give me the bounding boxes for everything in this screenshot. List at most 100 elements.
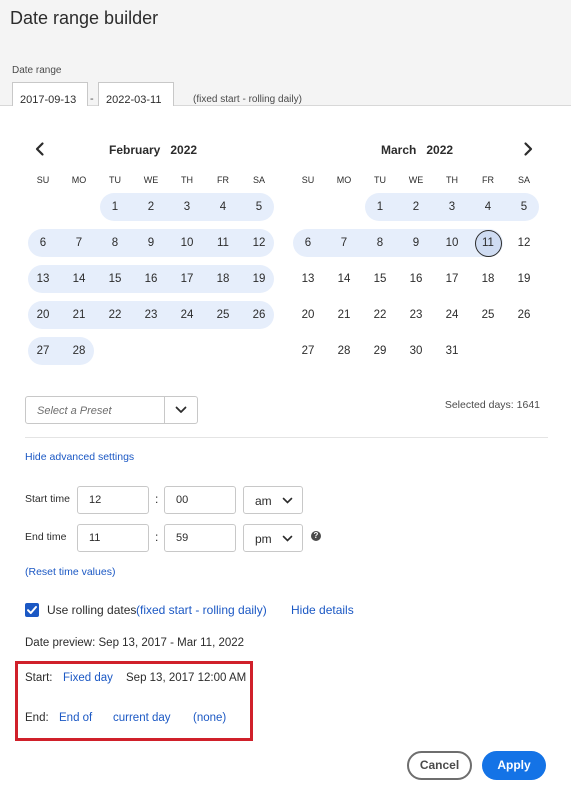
calendar-day[interactable]: 21 bbox=[61, 301, 97, 329]
calendar-day[interactable]: 12 bbox=[241, 229, 277, 257]
preset-dropdown-button[interactable] bbox=[164, 397, 197, 423]
weekday-label: SA bbox=[517, 175, 530, 185]
calendar-day[interactable]: 10 bbox=[169, 229, 205, 257]
calendar-day[interactable]: 24 bbox=[434, 301, 470, 329]
month-header-left: February 2022 bbox=[109, 143, 197, 157]
calendar-day[interactable]: 10 bbox=[434, 229, 470, 257]
calendar-day[interactable]: 11 bbox=[205, 229, 241, 257]
calendar-day[interactable]: 22 bbox=[362, 301, 398, 329]
start-hour-input[interactable]: 12 bbox=[77, 486, 149, 514]
calendar-day[interactable]: 23 bbox=[398, 301, 434, 329]
calendar-day[interactable]: 20 bbox=[25, 301, 61, 329]
month-header-right: March 2022 bbox=[381, 143, 453, 157]
calendar-day[interactable]: 7 bbox=[326, 229, 362, 257]
hide-details-link[interactable]: Hide details bbox=[291, 603, 354, 617]
calendar-day[interactable]: 19 bbox=[241, 265, 277, 293]
calendar-day[interactable]: 18 bbox=[470, 265, 506, 293]
calendar-day[interactable]: 4 bbox=[470, 193, 506, 221]
calendar-day[interactable]: 24 bbox=[169, 301, 205, 329]
calendar-day[interactable]: 12 bbox=[506, 229, 542, 257]
calendar-day[interactable]: 2 bbox=[398, 193, 434, 221]
date-preview: Date preview: Sep 13, 2017 - Mar 11, 202… bbox=[25, 637, 245, 649]
end-hour-input[interactable]: 11 bbox=[77, 524, 149, 552]
calendar-day[interactable]: 30 bbox=[398, 337, 434, 365]
date-range-label: Date range bbox=[12, 65, 62, 76]
calendar-day[interactable]: 5 bbox=[241, 193, 277, 221]
start-minute-input[interactable]: 00 bbox=[164, 486, 236, 514]
calendar-day[interactable]: 8 bbox=[362, 229, 398, 257]
chevron-left-icon[interactable] bbox=[32, 141, 48, 157]
calendar-day[interactable]: 14 bbox=[61, 265, 97, 293]
calendar-day[interactable]: 15 bbox=[97, 265, 133, 293]
calendar-day[interactable]: 13 bbox=[290, 265, 326, 293]
calendar-day[interactable]: 4 bbox=[205, 193, 241, 221]
start-date-field[interactable]: 2017-09-13 bbox=[12, 82, 88, 106]
calendar-day[interactable]: 8 bbox=[97, 229, 133, 257]
end-date-field[interactable]: 2022-03-11 bbox=[98, 82, 174, 106]
end-minute-input[interactable]: 59 bbox=[164, 524, 236, 552]
calendar-day[interactable]: 21 bbox=[326, 301, 362, 329]
chevron-down-icon bbox=[175, 406, 187, 413]
help-circle-icon[interactable]: ? bbox=[311, 531, 321, 541]
calendar-day[interactable]: 17 bbox=[169, 265, 205, 293]
calendar-day[interactable]: 15 bbox=[362, 265, 398, 293]
calendar-day[interactable]: 23 bbox=[133, 301, 169, 329]
end-period-link[interactable]: current day bbox=[113, 712, 171, 724]
calendar-day[interactable]: 26 bbox=[241, 301, 277, 329]
calendar-day[interactable]: 19 bbox=[506, 265, 542, 293]
month-name: March bbox=[381, 143, 417, 157]
end-label: End: bbox=[25, 712, 49, 724]
calendar-day[interactable]: 6 bbox=[290, 229, 326, 257]
calendar-day[interactable]: 25 bbox=[205, 301, 241, 329]
chevron-right-icon[interactable] bbox=[520, 141, 536, 157]
calendar-day[interactable]: 20 bbox=[290, 301, 326, 329]
month-year: 2022 bbox=[170, 143, 198, 157]
end-time-label: End time bbox=[25, 531, 67, 543]
calendar-day[interactable]: 27 bbox=[290, 337, 326, 365]
calendar-day[interactable]: 11 bbox=[470, 229, 506, 257]
hide-advanced-settings-link[interactable]: Hide advanced settings bbox=[25, 451, 134, 463]
calendar-day[interactable]: 13 bbox=[25, 265, 61, 293]
calendar-day[interactable]: 29 bbox=[362, 337, 398, 365]
start-time-label: Start time bbox=[25, 493, 70, 505]
end-type-link[interactable]: End of bbox=[59, 712, 92, 724]
weekday-label: FR bbox=[217, 175, 229, 185]
calendar-day[interactable]: 22 bbox=[97, 301, 133, 329]
cancel-button[interactable]: Cancel bbox=[407, 751, 472, 780]
calendar-day[interactable]: 27 bbox=[25, 337, 61, 365]
calendar-day[interactable]: 7 bbox=[61, 229, 97, 257]
calendar-day[interactable]: 3 bbox=[434, 193, 470, 221]
calendar-day[interactable]: 28 bbox=[61, 337, 97, 365]
calendar-day[interactable]: 16 bbox=[133, 265, 169, 293]
calendar-day[interactable]: 9 bbox=[133, 229, 169, 257]
calendar-day[interactable]: 26 bbox=[506, 301, 542, 329]
preset-select[interactable]: Select a Preset bbox=[25, 396, 198, 424]
calendar-day[interactable]: 28 bbox=[326, 337, 362, 365]
weekday-label: TH bbox=[181, 175, 193, 185]
rolling-description-link[interactable]: (fixed start - rolling daily) bbox=[136, 603, 267, 617]
calendar-day[interactable]: 1 bbox=[97, 193, 133, 221]
end-offset-link[interactable]: (none) bbox=[193, 712, 226, 724]
weekday-label: WE bbox=[408, 175, 424, 185]
calendar-day[interactable]: 1 bbox=[362, 193, 398, 221]
calendar-day[interactable]: 18 bbox=[205, 265, 241, 293]
calendar-day[interactable]: 6 bbox=[25, 229, 61, 257]
calendar-day[interactable]: 3 bbox=[169, 193, 205, 221]
rolling-dates-checkbox[interactable] bbox=[25, 603, 39, 617]
reset-time-values-link[interactable]: (Reset time values) bbox=[25, 566, 115, 578]
calendar-day[interactable]: 5 bbox=[506, 193, 542, 221]
calendar-day[interactable]: 25 bbox=[470, 301, 506, 329]
calendar-day[interactable]: 17 bbox=[434, 265, 470, 293]
calendar-day[interactable]: 14 bbox=[326, 265, 362, 293]
weekday-label: MO bbox=[336, 175, 352, 185]
weekday-label: SA bbox=[252, 175, 265, 185]
calendar-day[interactable]: 16 bbox=[398, 265, 434, 293]
end-ampm-select[interactable]: pm bbox=[243, 524, 303, 552]
calendar-day[interactable]: 31 bbox=[434, 337, 470, 365]
start-value: Sep 13, 2017 12:00 AM bbox=[126, 672, 247, 684]
start-ampm-select[interactable]: am bbox=[243, 486, 303, 514]
start-type-link[interactable]: Fixed day bbox=[63, 672, 113, 684]
apply-button[interactable]: Apply bbox=[482, 751, 546, 780]
calendar-day[interactable]: 2 bbox=[133, 193, 169, 221]
calendar-day[interactable]: 9 bbox=[398, 229, 434, 257]
